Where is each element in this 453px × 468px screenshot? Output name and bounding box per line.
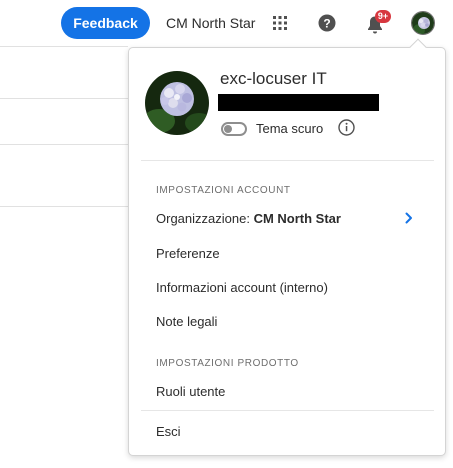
profile-avatar: [145, 71, 209, 135]
page-divider: [0, 206, 128, 207]
notifications-button[interactable]: 9+: [366, 10, 392, 35]
divider: [141, 160, 434, 161]
user-roles-menu-item[interactable]: Ruoli utente: [156, 384, 225, 399]
top-bar: Feedback CM North Star ? 9+: [0, 0, 453, 46]
page-divider: [0, 98, 128, 99]
org-prefix: Organizzazione:: [156, 211, 250, 226]
help-icon[interactable]: ?: [318, 14, 336, 32]
hydrangea-photo-icon: [412, 12, 434, 34]
redacted-email: [218, 94, 379, 111]
notification-badge: 9+: [375, 10, 391, 23]
feedback-button[interactable]: Feedback: [61, 7, 150, 39]
dark-mode-toggle[interactable]: [221, 122, 247, 136]
account-settings-heading: IMPOSTAZIONI ACCOUNT: [156, 185, 291, 196]
divider: [141, 410, 434, 411]
sign-out-menu-item[interactable]: Esci: [156, 424, 181, 439]
page-divider: [0, 144, 128, 145]
chevron-right-icon[interactable]: [404, 212, 414, 224]
avatar[interactable]: [411, 11, 435, 35]
info-icon[interactable]: [338, 119, 355, 136]
apps-grid-icon[interactable]: [272, 15, 288, 31]
user-name: exc-locuser IT: [220, 69, 327, 88]
preferences-menu-item[interactable]: Preferenze: [156, 246, 220, 261]
account-menu-popover: exc-locuser IT Tema scuro IMPOSTAZIONI A…: [128, 47, 446, 456]
org-switcher[interactable]: CM North Star: [166, 15, 255, 31]
svg-text:?: ?: [323, 17, 330, 31]
hydrangea-photo-icon: [145, 71, 209, 135]
dark-mode-label: Tema scuro: [256, 121, 324, 136]
toggle-knob: [224, 125, 232, 133]
organization-menu-item[interactable]: Organizzazione: CM North Star: [156, 211, 341, 226]
account-info-menu-item[interactable]: Informazioni account (interno): [156, 280, 328, 295]
page-divider: [0, 46, 128, 47]
legal-notes-menu-item[interactable]: Note legali: [156, 314, 217, 329]
org-value: CM North Star: [253, 211, 341, 226]
product-settings-heading: IMPOSTAZIONI PRODOTTO: [156, 358, 299, 369]
